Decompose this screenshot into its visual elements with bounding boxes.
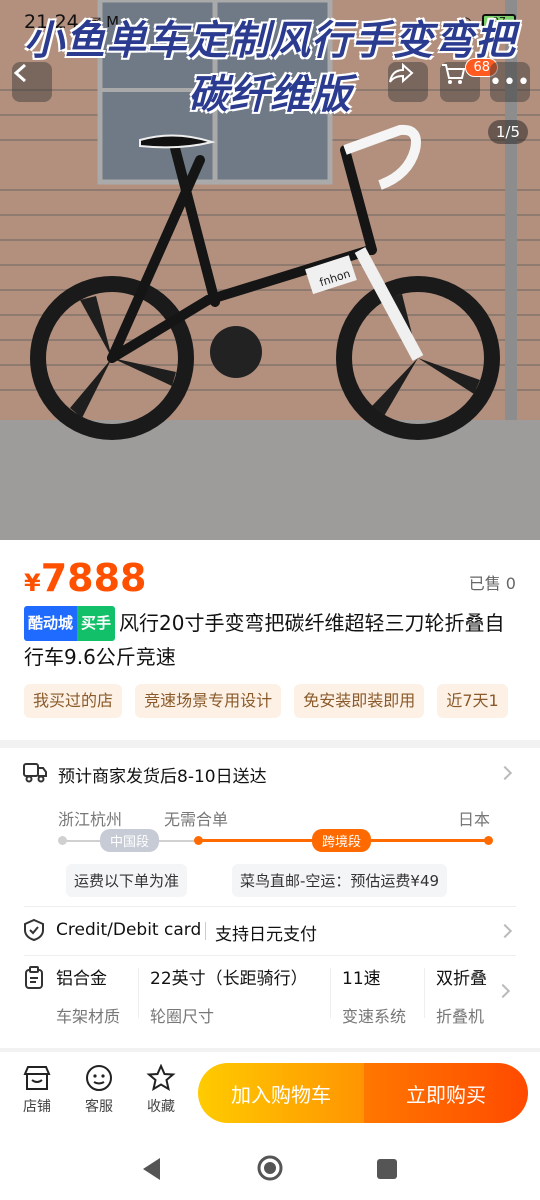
spec-label: 轮圈尺寸: [150, 1007, 215, 1026]
buyer-badge: 买手: [77, 606, 116, 641]
tab-label: 客服: [85, 1099, 113, 1115]
spec-gears: 11速 变速系统: [342, 964, 406, 1027]
price: ¥7888: [24, 556, 146, 600]
route-merge: 无需合单: [164, 810, 229, 829]
divider: [24, 906, 516, 907]
nav-home-icon[interactable]: [256, 1154, 284, 1182]
add-to-cart-button[interactable]: 加入购物车: [198, 1063, 364, 1123]
back-button[interactable]: [12, 62, 52, 102]
segment-crossborder: 跨境段: [312, 829, 372, 852]
nav-back-icon[interactable]: [140, 1156, 164, 1182]
tab-label: 收藏: [147, 1099, 175, 1115]
crossborder-fee-note: 菜鸟直邮-空运：预估运费¥49: [232, 864, 448, 897]
buy-now-button[interactable]: 立即购买: [364, 1063, 528, 1123]
cart-button[interactable]: 68: [440, 58, 498, 102]
chip[interactable]: 竞速场景专用设计: [135, 684, 282, 718]
route-dot: [194, 836, 203, 845]
image-counter: 1/5: [487, 120, 528, 144]
product-image-carousel[interactable]: fnhon 21:24 ✉ M ◠ 97 小鱼单车定制风行手变弯把碳纤维版 68…: [0, 0, 540, 540]
chip[interactable]: 免安装即装即用: [294, 684, 425, 718]
store-badge: 酷动城: [24, 606, 78, 641]
separator: [205, 922, 206, 940]
tab-favorite[interactable]: 收藏: [136, 1064, 186, 1116]
product-title: 酷动城 买手 风行20寸手变弯把碳纤维超轻三刀轮折叠自行车9.6公斤竞速: [24, 606, 524, 674]
clipboard-icon: [25, 966, 43, 989]
customer-service-icon: [86, 1065, 112, 1091]
spec-wheel-size: 22英寸（长距骑行） 轮圈尺寸: [150, 964, 308, 1027]
spec-divider: [330, 968, 331, 1018]
sold-count: 已售 0: [468, 574, 516, 593]
spec-divider: [138, 968, 139, 1018]
route-origin: 浙江杭州: [58, 810, 123, 829]
star-icon: [146, 1064, 176, 1092]
spec-label: 折叠机: [436, 1007, 485, 1026]
tab-label: 店铺: [23, 1099, 51, 1115]
feature-chips: 我买过的店 竞速场景专用设计 免安装即装即用 近7天1: [24, 684, 540, 718]
spec-folding: 双折叠 折叠机: [436, 964, 487, 1027]
spec-divider: [424, 968, 425, 1018]
spec-value: 铝合金: [56, 969, 107, 989]
payment-desc: 支持日元支付: [215, 925, 317, 945]
divider: [24, 955, 516, 956]
price-amount: 7888: [40, 556, 147, 600]
cart-icon: [442, 64, 466, 84]
price-currency: ¥: [24, 569, 41, 597]
shield-check-icon: [24, 918, 44, 942]
spec-label: 车架材质: [56, 1007, 121, 1026]
more-dots-icon: •••: [489, 69, 531, 95]
share-button[interactable]: [388, 62, 428, 102]
chip[interactable]: 近7天1: [437, 684, 508, 718]
system-navigation-bar: [0, 1140, 540, 1200]
route-destination: 日本: [458, 810, 491, 829]
tab-customer-service[interactable]: 客服: [74, 1064, 124, 1116]
back-arrow-icon: [13, 63, 26, 83]
spec-value: 双折叠: [436, 969, 487, 989]
spec-value: 22英寸（长距骑行）: [150, 969, 308, 989]
store-icon: [23, 1066, 51, 1090]
truck-icon: [23, 763, 47, 783]
more-button[interactable]: •••: [489, 62, 531, 102]
spec-value: 11速: [342, 969, 381, 989]
segment-china: 中国段: [100, 829, 160, 852]
spec-frame-material: 铝合金 车架材质: [56, 964, 120, 1027]
share-icon: [389, 62, 414, 84]
payment-method: Credit/Debit card: [56, 920, 202, 940]
route-dot: [484, 836, 493, 845]
route-dot: [58, 836, 67, 845]
shipping-eta: 预计商家发货后8-10日送达: [58, 767, 267, 787]
nav-recents-icon[interactable]: [376, 1158, 398, 1180]
chip[interactable]: 我买过的店: [24, 684, 123, 718]
spec-label: 变速系统: [342, 1007, 407, 1026]
tab-store[interactable]: 店铺: [12, 1064, 62, 1116]
domestic-fee-note: 运费以下单为准: [66, 864, 188, 897]
